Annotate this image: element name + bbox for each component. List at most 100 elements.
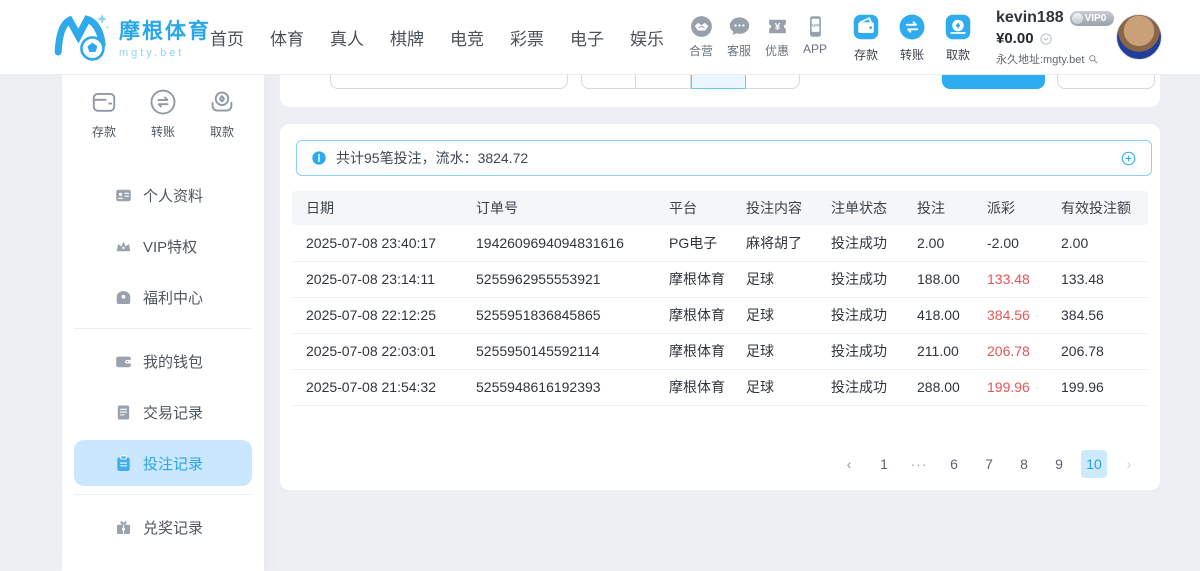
cell-bet: 188.00 bbox=[903, 261, 973, 297]
cell-content: 足球 bbox=[732, 297, 817, 333]
sidebar-item-vip[interactable]: VIP特权 bbox=[74, 223, 252, 269]
column-header: 订单号 bbox=[462, 191, 655, 225]
column-header: 投注 bbox=[903, 191, 973, 225]
nav-item-3[interactable]: 真人 bbox=[330, 25, 364, 50]
cell-payout: 206.78 bbox=[973, 333, 1047, 369]
quick-link-handshake[interactable]: 合营 bbox=[684, 14, 718, 59]
brand-logo[interactable]: 摩根体育 mgty.bet bbox=[52, 11, 211, 63]
column-header: 投注内容 bbox=[732, 191, 817, 225]
avatar[interactable] bbox=[1116, 14, 1162, 60]
cell-order_no: 5255948616192393 bbox=[462, 369, 655, 405]
vip-badge[interactable]: VIP0 bbox=[1070, 11, 1115, 26]
sidebar-item-bets[interactable]: 投注记录 bbox=[74, 440, 252, 486]
transfer-outline-icon bbox=[148, 87, 178, 117]
nav-item-1[interactable]: 首页 bbox=[210, 25, 244, 50]
cell-platform: PG电子 bbox=[655, 225, 732, 261]
nav-item-8[interactable]: 娱乐 bbox=[630, 25, 664, 50]
cell-date: 2025-07-08 22:03:01 bbox=[292, 333, 462, 369]
sidebar-item-welfare[interactable]: 福利中心 bbox=[74, 274, 252, 320]
sidebar: 存款 转账 取款 个人资料 VIP特权 福利中心 我的钱包 交易记录 投注记录 bbox=[62, 75, 264, 571]
withdraw-outline-icon bbox=[207, 87, 237, 117]
cell-valid: 199.96 bbox=[1047, 369, 1148, 405]
date-range-segments bbox=[581, 75, 800, 89]
wallet-action-deposit-blue[interactable]: 存款 bbox=[850, 12, 882, 63]
table-row: 2025-07-08 23:40:171942609694094831616PG… bbox=[292, 225, 1148, 261]
quick-link-promo[interactable]: ¥ 优惠 bbox=[760, 14, 794, 59]
pagination-page-9[interactable]: 9 bbox=[1046, 450, 1072, 478]
cell-content: 足球 bbox=[732, 333, 817, 369]
cell-date: 2025-07-08 22:12:25 bbox=[292, 297, 462, 333]
query-button[interactable] bbox=[942, 75, 1045, 89]
chevron-down-icon[interactable] bbox=[1039, 32, 1053, 46]
pagination-page-6[interactable]: 6 bbox=[941, 450, 967, 478]
pagination-page-10[interactable]: 10 bbox=[1081, 450, 1107, 478]
nav-item-2[interactable]: 体育 bbox=[270, 25, 304, 50]
brand-domain: mgty.bet bbox=[119, 47, 211, 59]
filter-input[interactable] bbox=[330, 75, 568, 89]
quick-link-service[interactable]: 客服 bbox=[722, 14, 756, 59]
cell-platform: 摩根体育 bbox=[655, 297, 732, 333]
summary-text: 共计95笔投注，流水：3824.72 bbox=[336, 148, 528, 168]
column-header: 派彩 bbox=[973, 191, 1047, 225]
cell-order_no: 1942609694094831616 bbox=[462, 225, 655, 261]
cell-platform: 摩根体育 bbox=[655, 261, 732, 297]
wallet-action-withdraw-blue[interactable]: 取款 bbox=[942, 12, 974, 63]
nav-item-4[interactable]: 棋牌 bbox=[390, 25, 424, 50]
sidebar-quick-transfer-outline[interactable]: 转账 bbox=[139, 87, 187, 140]
date-segment-1[interactable] bbox=[581, 75, 636, 89]
cell-payout: 133.48 bbox=[973, 261, 1047, 297]
bet-records-card: 共计95笔投注，流水：3824.72 日期订单号平台投注内容注单状态投注派彩有效… bbox=[280, 124, 1160, 490]
sidebar-divider bbox=[74, 328, 252, 329]
sidebar-menu: 个人资料 VIP特权 福利中心 我的钱包 交易记录 投注记录 兑奖记录 bbox=[62, 172, 264, 555]
permanent-address: 永久地址:mgty.bet bbox=[996, 51, 1084, 67]
quick-link-app[interactable]: APP APP bbox=[798, 14, 832, 59]
date-segment-3-selected[interactable] bbox=[691, 75, 746, 89]
nav-item-6[interactable]: 彩票 bbox=[510, 25, 544, 50]
sidebar-item-profile[interactable]: 个人资料 bbox=[74, 172, 252, 218]
top-navbar: 摩根体育 mgty.bet 首页 体育 真人 棋牌 电竞 彩票 电子 娱乐 合营 客服¥ 优惠… bbox=[0, 0, 1200, 75]
wallet-action-transfer-blue[interactable]: 转账 bbox=[896, 12, 928, 63]
magnifier-icon[interactable] bbox=[1087, 53, 1099, 65]
table-row: 2025-07-08 22:12:255255951836845865摩根体育足… bbox=[292, 297, 1148, 333]
sidebar-quick-deposit-outline[interactable]: 存款 bbox=[80, 87, 128, 140]
primary-nav: 首页 体育 真人 棋牌 电竞 彩票 电子 娱乐 bbox=[210, 0, 664, 75]
withdraw-blue-icon bbox=[943, 12, 973, 42]
pagination-page-1[interactable]: 1 bbox=[871, 450, 897, 478]
sidebar-quick-actions: 存款 转账 取款 bbox=[80, 87, 246, 140]
column-header: 日期 bbox=[292, 191, 462, 225]
pagination-page-8[interactable]: 8 bbox=[1011, 450, 1037, 478]
pagination-page-7[interactable]: 7 bbox=[976, 450, 1002, 478]
sidebar-quick-withdraw-outline[interactable]: 取款 bbox=[198, 87, 246, 140]
pagination-next[interactable]: › bbox=[1116, 450, 1142, 478]
summary-bar: 共计95笔投注，流水：3824.72 bbox=[296, 140, 1152, 176]
column-header: 有效投注额 bbox=[1047, 191, 1148, 225]
svg-text:¥: ¥ bbox=[774, 22, 780, 33]
sidebar-item-transactions[interactable]: 交易记录 bbox=[74, 389, 252, 435]
sidebar-item-redeem[interactable]: 兑奖记录 bbox=[74, 504, 252, 550]
welfare-icon bbox=[114, 288, 133, 307]
redeem-icon bbox=[114, 518, 133, 537]
wallet-actions-group: 存款 转账 取款 bbox=[850, 12, 974, 63]
column-header: 平台 bbox=[655, 191, 732, 225]
cell-date: 2025-07-08 23:14:11 bbox=[292, 261, 462, 297]
sidebar-item-mywallet[interactable]: 我的钱包 bbox=[74, 338, 252, 384]
date-segment-4[interactable] bbox=[746, 75, 800, 89]
expand-plus-icon[interactable] bbox=[1120, 150, 1137, 167]
pagination-prev[interactable]: ‹ bbox=[836, 450, 862, 478]
cell-content: 足球 bbox=[732, 369, 817, 405]
pagination: ‹ 1 ··· 6789 10 › bbox=[836, 450, 1142, 478]
promo-icon: ¥ bbox=[765, 14, 790, 39]
nav-item-5[interactable]: 电竞 bbox=[450, 25, 484, 50]
cell-valid: 133.48 bbox=[1047, 261, 1148, 297]
cell-content: 麻将胡了 bbox=[732, 225, 817, 261]
date-segment-2[interactable] bbox=[636, 75, 690, 89]
vip-icon bbox=[114, 237, 133, 256]
filter-bar-cropped bbox=[280, 75, 1160, 107]
nav-item-7[interactable]: 电子 bbox=[570, 25, 604, 50]
table-row: 2025-07-08 23:14:115255962955553921摩根体育足… bbox=[292, 261, 1148, 297]
pagination-ellipsis: ··· bbox=[906, 450, 932, 478]
table-header-row: 日期订单号平台投注内容注单状态投注派彩有效投注额 bbox=[292, 191, 1148, 225]
bets-icon bbox=[114, 454, 133, 473]
reset-button[interactable] bbox=[1057, 75, 1155, 89]
cell-bet: 211.00 bbox=[903, 333, 973, 369]
